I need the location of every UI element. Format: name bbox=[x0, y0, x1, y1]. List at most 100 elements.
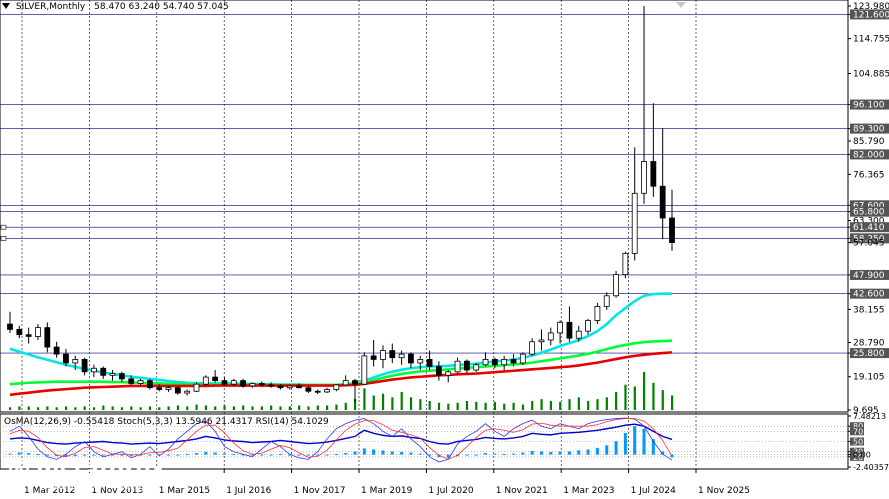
price-tick-label: 89.300 bbox=[853, 125, 885, 135]
candle-body bbox=[25, 334, 32, 337]
volume-bar bbox=[186, 406, 189, 410]
price-tick-label: 82.000 bbox=[853, 150, 885, 160]
volume-bar bbox=[624, 384, 627, 410]
osma-bar bbox=[260, 454, 264, 456]
watermark: instaforex Instant Forex Trading bbox=[6, 458, 165, 492]
candle-body bbox=[258, 383, 265, 386]
volume-bar bbox=[437, 402, 441, 410]
price-tick-label: 76.365 bbox=[853, 170, 885, 180]
osma-bar bbox=[493, 453, 497, 455]
volume-bar bbox=[587, 400, 590, 410]
price-tick-label: 42.600 bbox=[853, 290, 885, 300]
volume-bar bbox=[298, 405, 301, 410]
candle-body bbox=[491, 359, 498, 366]
time-tick-label: 1 Jul 2016 bbox=[226, 486, 271, 496]
watermark-name: instaforex bbox=[36, 458, 166, 483]
osma-bar bbox=[595, 447, 599, 455]
volume-bar bbox=[148, 406, 152, 410]
candle-body bbox=[398, 353, 405, 359]
volume-bar bbox=[484, 402, 487, 410]
osma-bar bbox=[8, 453, 12, 455]
candle-body bbox=[193, 383, 200, 392]
price-tick-label: 114.755 bbox=[853, 35, 889, 45]
osma-bar bbox=[558, 451, 562, 455]
volume-bar bbox=[176, 405, 180, 410]
indicator-tick-label: 7.48213 bbox=[853, 412, 886, 421]
volume-bar bbox=[344, 402, 347, 410]
volume-bar bbox=[409, 397, 413, 410]
indicator-tick-label: 0.00 bbox=[853, 451, 871, 460]
osma-bar bbox=[372, 449, 376, 455]
volume-bar bbox=[400, 391, 403, 410]
volume-bar bbox=[288, 406, 291, 410]
candle-body bbox=[44, 327, 51, 348]
volume-bar bbox=[9, 407, 12, 410]
osma-bar bbox=[232, 454, 236, 456]
volume-bar bbox=[549, 400, 552, 410]
osma-bar bbox=[418, 453, 422, 455]
osma-bar bbox=[362, 448, 366, 455]
volume-bar bbox=[55, 407, 58, 410]
candle-body bbox=[118, 373, 125, 380]
candle-body bbox=[436, 366, 442, 376]
candle-body bbox=[352, 380, 358, 385]
candle-body bbox=[510, 359, 517, 364]
volume-bar bbox=[381, 393, 385, 410]
volume-bar bbox=[465, 400, 469, 410]
volume-bar bbox=[671, 395, 674, 410]
candle-body bbox=[35, 327, 41, 337]
candle-body bbox=[650, 161, 657, 187]
volume-bar bbox=[92, 407, 96, 410]
candle-body bbox=[174, 387, 181, 394]
volume-bar bbox=[260, 406, 263, 410]
price-tick-label: 104.885 bbox=[853, 70, 889, 80]
candle-body bbox=[538, 339, 545, 343]
time-tick-label: 1 Nov 2017 bbox=[294, 486, 346, 496]
osma-bar bbox=[185, 454, 189, 456]
osma-bar bbox=[83, 454, 87, 456]
candle-body bbox=[501, 359, 508, 366]
candle-body bbox=[613, 274, 619, 297]
symbol-label: SILVER,Monthly bbox=[15, 2, 86, 12]
volume-bar bbox=[643, 372, 646, 410]
osma-bar bbox=[633, 426, 637, 455]
price-tick-label: 61.410 bbox=[853, 223, 885, 233]
candle-body bbox=[296, 385, 302, 389]
indicator-tick-label: -2.40357 bbox=[853, 463, 889, 472]
candle-body bbox=[240, 380, 246, 387]
chart-header: SILVER,Monthly 58.470 63.240 54.740 57.0… bbox=[0, 2, 229, 12]
osma-bar bbox=[465, 454, 469, 456]
volume-bar bbox=[326, 405, 329, 410]
osma-bar bbox=[586, 449, 590, 455]
volume-bar bbox=[204, 405, 208, 410]
osma-bar bbox=[101, 454, 105, 456]
volume-bar bbox=[167, 406, 170, 410]
indicator-tick-label: 70 bbox=[853, 427, 863, 436]
candle-body bbox=[91, 367, 97, 373]
candle-body bbox=[184, 390, 191, 394]
osma-bar bbox=[502, 454, 506, 456]
candle-body bbox=[547, 332, 554, 341]
candle-body bbox=[659, 185, 666, 219]
dropdown-arrow-icon[interactable] bbox=[2, 3, 10, 9]
volume-bar bbox=[568, 399, 571, 410]
time-tick-label: 1 Mar 2019 bbox=[361, 486, 413, 496]
osma-bar bbox=[381, 450, 385, 455]
osma-bar bbox=[325, 454, 329, 456]
candle-body bbox=[249, 383, 256, 387]
candle-body bbox=[557, 321, 564, 334]
candle-body bbox=[277, 385, 284, 389]
volume-bar bbox=[372, 395, 375, 410]
volume-bar bbox=[158, 407, 161, 410]
volume-bar bbox=[475, 401, 478, 410]
candle-body bbox=[389, 350, 396, 359]
osma-bar bbox=[120, 454, 124, 456]
volume-bar bbox=[83, 406, 86, 410]
osma-bar bbox=[614, 441, 618, 455]
candle-body bbox=[585, 320, 591, 332]
candle-body bbox=[7, 323, 13, 330]
price-tick-label: 25.800 bbox=[853, 349, 885, 359]
osma-bar bbox=[222, 453, 226, 455]
candle-body bbox=[473, 364, 480, 371]
volume-bar bbox=[633, 386, 636, 410]
